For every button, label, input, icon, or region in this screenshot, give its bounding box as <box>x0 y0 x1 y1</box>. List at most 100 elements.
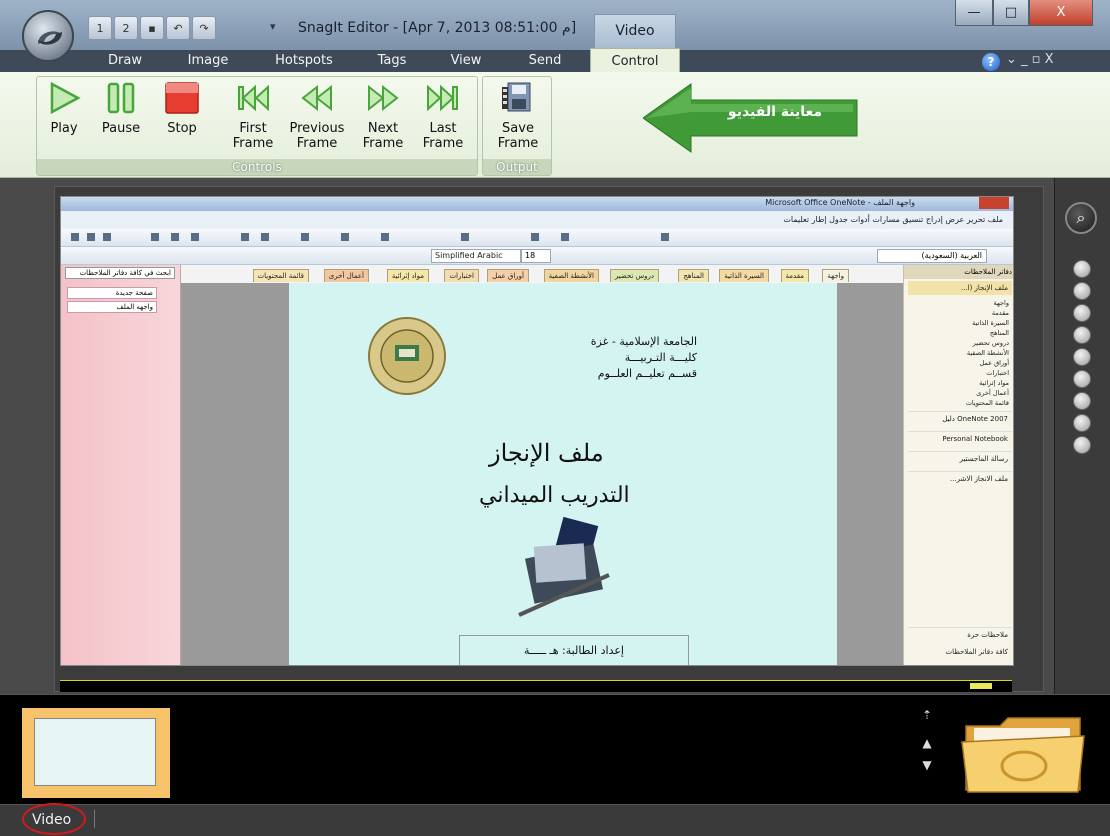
qat-item-1[interactable]: 1 <box>88 16 112 40</box>
tray-scroll-top-icon[interactable]: ⇡ <box>920 708 934 722</box>
ribbon-tab-bar: Draw Image Hotspots Tags View Send Contr… <box>0 48 1110 72</box>
stamp-icon[interactable] <box>1073 304 1091 322</box>
capture-thumbnail[interactable] <box>22 708 170 798</box>
captured-title-training: التدريب الميداني <box>479 483 630 508</box>
tab-control[interactable]: Control <box>590 48 680 72</box>
qat-item-2[interactable]: 2 <box>114 16 138 40</box>
snagit-logo-icon <box>38 31 62 45</box>
tab-send[interactable]: Send <box>520 50 570 72</box>
pause-icon <box>103 81 139 115</box>
captured-line-department: قســم تعليــم العلــوم <box>597 367 697 380</box>
captured-notebook-header: دفاتر الملاحظات <box>904 265 1013 279</box>
output-group-label: Output <box>483 159 551 175</box>
tray-scroll-up-icon[interactable]: ▲ <box>920 736 934 750</box>
first-frame-button[interactable]: First Frame <box>225 81 281 151</box>
previous-frame-label: Previous Frame <box>289 121 345 151</box>
play-label: Play <box>50 121 78 136</box>
save-icon[interactable]: ▪ <box>140 16 164 40</box>
captured-font-field: Simplified Arabic <box>431 249 521 263</box>
tab-hotspots[interactable]: Hotspots <box>264 50 344 72</box>
captured-section-tab: أوراق عمل <box>487 269 529 282</box>
tray-scroll-controls: ⇡ ▲ ▼ <box>918 706 936 796</box>
pause-button[interactable]: Pause <box>95 81 147 136</box>
captured-unfiled-notes: ملاحظات حرة <box>908 627 1012 641</box>
check-stamp-icon[interactable] <box>1073 414 1091 432</box>
tab-view[interactable]: View <box>446 50 486 72</box>
output-group: Save Frame Output <box>482 76 552 176</box>
captured-notebook-item: Personal Notebook <box>908 431 1012 445</box>
tab-tags[interactable]: Tags <box>372 50 412 72</box>
timeline-selection-marker[interactable] <box>970 683 992 689</box>
captured-section-tab: قائمة المحتويات <box>252 269 309 282</box>
last-frame-label: Last Frame <box>422 121 464 151</box>
folder-clipart-icon <box>518 516 610 617</box>
save-frame-icon <box>500 81 536 115</box>
context-tab-video: Video <box>594 14 676 48</box>
tray-scroll-down-icon[interactable]: ▼ <box>920 758 934 772</box>
captured-toolbar-icons <box>71 233 669 241</box>
minimize-button[interactable]: — <box>955 0 993 26</box>
save-frame-button[interactable]: Save Frame <box>489 81 547 151</box>
captured-section-tab: المناهج <box>678 269 709 282</box>
ribbon-panel: Play Pause Stop First Frame Previous Fra… <box>0 72 1110 178</box>
help-icon[interactable]: ? <box>982 53 1000 71</box>
play-icon <box>46 81 82 115</box>
maximize-button[interactable]: □ <box>993 0 1029 26</box>
captured-all-notebooks: كافة دفاتر الملاحظات <box>945 648 1008 656</box>
stamp-icon[interactable] <box>1073 282 1091 300</box>
captured-section-item: أوراق عمل <box>979 359 1009 367</box>
captured-format-toolbar: Simplified Arabic 18 العربية (السعودية) <box>61 247 1013 265</box>
controls-group: Play Pause Stop First Frame Previous Fra… <box>36 76 478 176</box>
captured-titlebar: Microsoft Office OneNote - واجهة الملف <box>61 197 1013 211</box>
captured-close-icon <box>979 197 1009 209</box>
first-frame-icon <box>235 81 271 115</box>
next-frame-button[interactable]: Next Frame <box>355 81 411 151</box>
captured-section-item: مواد إثرائية <box>979 379 1009 387</box>
stop-button[interactable]: Stop <box>157 81 207 136</box>
status-highlight-circle <box>22 803 86 835</box>
play-button[interactable]: Play <box>41 81 87 136</box>
stamp-icon[interactable] <box>1073 260 1091 278</box>
redo-icon[interactable]: ↷ <box>192 16 216 40</box>
captured-section-item: اختبارات <box>986 369 1009 377</box>
bulb-stamp-icon[interactable] <box>1073 392 1091 410</box>
last-frame-button[interactable]: Last Frame <box>415 81 471 151</box>
quick-access-toolbar: 1 2 ▪ ↶ ↷ <box>88 16 216 40</box>
previous-frame-button[interactable]: Previous Frame <box>285 81 349 151</box>
dollar-stamp-icon[interactable] <box>1073 370 1091 388</box>
smiley-stamp-icon[interactable] <box>1073 326 1091 344</box>
video-timeline[interactable] <box>60 680 1012 692</box>
captured-section-item: السيرة الذاتية <box>972 319 1009 327</box>
tab-draw[interactable]: Draw <box>100 50 150 72</box>
captured-section-item: المناهج <box>989 329 1009 337</box>
star-stamp-icon[interactable] <box>1073 436 1091 454</box>
captured-section-item: أعمال أخرى <box>976 389 1009 397</box>
library-folder-icon[interactable] <box>960 712 1086 794</box>
tab-image[interactable]: Image <box>178 50 238 72</box>
captured-section-tabs: واجهة مقدمة السيرة الذاتية المناهج دروس … <box>185 267 849 283</box>
captured-page-margin-right <box>837 283 903 665</box>
captured-section-tab: الأنشطة الصفية <box>543 269 599 282</box>
snagit-menu-button[interactable] <box>22 10 74 62</box>
library-sidebar: ⌕ <box>1054 178 1110 694</box>
customize-qat-icon[interactable]: ▾ <box>270 20 276 33</box>
close-button[interactable]: X <box>1029 0 1093 26</box>
ribbon-window-controls[interactable]: ⌄ _ ▫ X <box>1006 52 1054 67</box>
captured-page-margin-left <box>181 283 289 665</box>
last-frame-icon <box>425 81 461 115</box>
search-icon[interactable]: ⌕ <box>1065 202 1097 234</box>
captured-section-tab: واجهة <box>822 269 849 282</box>
stop-icon <box>164 81 200 115</box>
next-frame-label: Next Frame <box>362 121 404 151</box>
captured-screenshot[interactable]: Microsoft Office OneNote - واجهة الملف م… <box>60 196 1014 666</box>
captured-section-item: الأنشطة الصفية <box>966 349 1009 357</box>
heart-stamp-icon[interactable] <box>1073 348 1091 366</box>
controls-group-label: Controls <box>37 159 477 175</box>
captured-section-item: مقدمة <box>991 309 1009 317</box>
captured-toolbar <box>61 229 1013 247</box>
undo-icon[interactable]: ↶ <box>166 16 190 40</box>
captured-notebook-item: ملف الإنجاز (ا... <box>908 281 1012 295</box>
captured-search-field: ابحث في كافة دفاتر الملاحظات <box>65 267 175 279</box>
captured-section-item: دروس تحضير <box>972 339 1009 347</box>
captured-page-list: ابحث في كافة دفاتر الملاحظات صفحة جديدة … <box>61 265 181 665</box>
